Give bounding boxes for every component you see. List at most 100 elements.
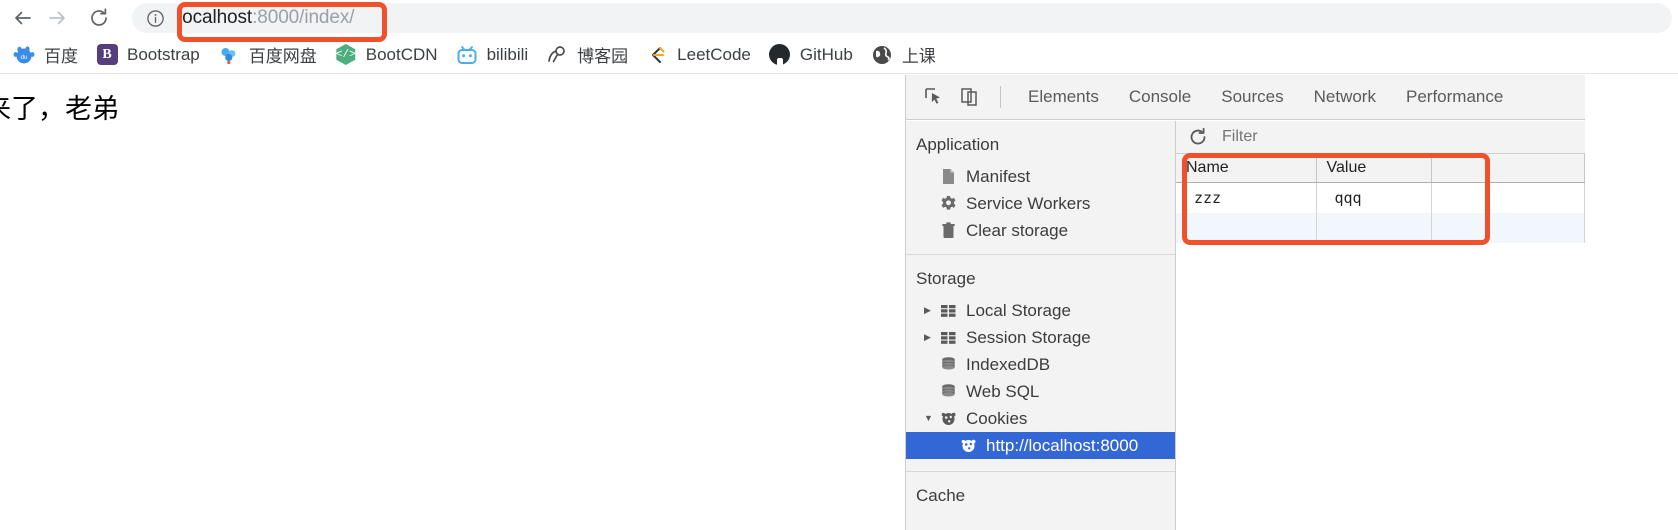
sidebar-item-label: Service Workers — [966, 193, 1091, 213]
url-path: :8000/index/ — [252, 7, 355, 28]
sidebar-section-application: Application — [916, 135, 1000, 154]
sidebar-item-web-sql[interactable]: Web SQL — [906, 378, 1175, 405]
tab-sources[interactable]: Sources — [1206, 75, 1298, 119]
sidebar-item-clear-storage[interactable]: Clear storage — [906, 217, 1175, 244]
bookmark-label: BootCDN — [365, 44, 438, 64]
table-grid-icon — [938, 328, 958, 348]
sidebar-item-label: Clear storage — [966, 220, 1069, 240]
chevron-down-icon[interactable]: ▼ — [924, 414, 938, 423]
bookmark-label: 百度网盘 — [248, 47, 317, 66]
bootstrap-b-icon: B — [96, 44, 118, 66]
device-toolbar-icon[interactable] — [952, 79, 988, 115]
url-host: localhost — [178, 7, 253, 28]
bookmark-bilibili[interactable]: bilibili — [447, 40, 538, 70]
sidebar-item-label: Manifest — [966, 166, 1031, 186]
globe-icon — [871, 44, 893, 66]
column-header-name[interactable]: Name — [1176, 154, 1317, 183]
page-viewport: 来了，老弟 — [0, 75, 905, 530]
devtools-sidebar: Application Manifest Service Workers Cle… — [906, 121, 1176, 530]
bookmark-label: 百度 — [44, 47, 78, 66]
baidu-paw-icon: du — [13, 44, 35, 66]
tab-console[interactable]: Console — [1114, 75, 1206, 119]
sidebar-item-session-storage[interactable]: ▶ Session Storage — [906, 324, 1175, 351]
bookmark-bootstrap[interactable]: B Bootstrap — [87, 40, 209, 70]
column-header-extra[interactable] — [1431, 154, 1585, 183]
tab-performance[interactable]: Performance — [1391, 75, 1518, 119]
column-header-value[interactable]: Value — [1316, 154, 1432, 183]
sidebar-item-cookies[interactable]: ▼ Cookies — [906, 405, 1175, 432]
bookmark-label: 博客园 — [577, 47, 629, 66]
arrow-left-icon — [15, 11, 31, 25]
devtools-panel: Elements Console Sources Network Perform… — [905, 75, 1585, 530]
bookmark-shangke[interactable]: 上课 — [862, 40, 945, 70]
table-row[interactable] — [1176, 212, 1585, 243]
sidebar-item-local-storage[interactable]: ▶ Local Storage — [906, 297, 1175, 324]
gear-icon — [938, 194, 958, 214]
cell-cookie-name: zzz — [1176, 182, 1317, 213]
cookies-panel: Name Value zzz qqq — [1176, 121, 1585, 530]
cookies-filter-input[interactable] — [1220, 127, 1480, 147]
sidebar-item-label: IndexedDB — [966, 354, 1051, 374]
sidebar-item-service-workers[interactable]: Service Workers — [906, 190, 1175, 217]
inspect-element-icon[interactable] — [916, 79, 952, 115]
sidebar-section-cache: Cache — [916, 486, 966, 505]
sidebar-item-manifest[interactable]: Manifest — [906, 163, 1175, 190]
reload-button[interactable] — [82, 1, 116, 35]
cookies-table: Name Value zzz qqq — [1176, 154, 1585, 243]
cookies-filter-bar — [1176, 121, 1585, 154]
bookmark-label: LeetCode — [677, 44, 751, 64]
cell-cookie-name — [1176, 212, 1317, 243]
sidebar-item-label: Session Storage — [966, 327, 1091, 347]
github-cat-icon — [769, 44, 791, 66]
bookmark-label: 上课 — [901, 47, 936, 66]
bilibili-tv-icon — [456, 44, 478, 66]
cookie-icon — [958, 436, 978, 456]
sidebar-item-cookie-origin[interactable]: http://localhost:8000 — [906, 432, 1175, 459]
sidebar-item-indexeddb[interactable]: IndexedDB — [906, 351, 1175, 378]
bookmark-baidu-pan[interactable]: 百度网盘 — [209, 40, 326, 70]
info-circle-icon[interactable] — [146, 9, 165, 28]
cell-cookie-value: qqq — [1316, 182, 1432, 213]
cell-cookie-extra — [1431, 182, 1585, 213]
baidu-pan-cloud-icon — [218, 44, 240, 66]
tab-elements[interactable]: Elements — [1013, 75, 1114, 119]
bookmark-label: bilibili — [486, 44, 529, 64]
bookmark-label: GitHub — [799, 44, 853, 64]
tab-network[interactable]: Network — [1299, 75, 1391, 119]
bookmark-github[interactable]: GitHub — [760, 40, 862, 70]
chevron-right-icon[interactable]: ▶ — [924, 306, 938, 315]
back-button[interactable] — [6, 1, 40, 35]
refresh-icon[interactable] — [1186, 125, 1210, 149]
bookmark-baidu[interactable]: du 百度 — [4, 40, 87, 70]
cell-cookie-value — [1316, 212, 1432, 243]
bookmarks-bar: du 百度 B Bootstrap 百度网盘 </> BootCDN bilib… — [0, 36, 1678, 74]
devtools-tabbar: Elements Console Sources Network Perform… — [906, 75, 1585, 120]
forward-button[interactable] — [40, 1, 74, 35]
database-icon — [938, 382, 958, 402]
sidebar-item-label: Cookies — [966, 408, 1028, 428]
reload-icon — [91, 8, 107, 26]
sidebar-section-storage: Storage — [916, 269, 976, 288]
bookmark-cnblogs[interactable]: 博客园 — [537, 40, 637, 70]
address-bar-text: localhost:8000/index/ — [178, 7, 355, 29]
sidebar-item-label: Local Storage — [966, 300, 1071, 320]
bookmark-leetcode[interactable]: LeetCode — [637, 40, 760, 70]
address-bar[interactable]: localhost:8000/index/ — [132, 3, 1672, 33]
devtools-body: Application Manifest Service Workers Cle… — [906, 121, 1585, 530]
database-icon — [938, 355, 958, 375]
arrow-right-icon — [49, 11, 65, 25]
table-row[interactable]: zzz qqq — [1176, 182, 1585, 213]
bookmark-bootcdn[interactable]: </> BootCDN — [326, 40, 447, 70]
cell-cookie-extra — [1431, 212, 1585, 243]
svg-text:du: du — [21, 55, 28, 61]
cnblogs-icon — [546, 44, 568, 66]
browser-toolbar: localhost:8000/index/ — [0, 0, 1678, 36]
chevron-right-icon[interactable]: ▶ — [924, 333, 938, 342]
sidebar-item-label: http://localhost:8000 — [986, 435, 1139, 455]
document-icon — [938, 167, 958, 187]
bootcdn-hex-icon: </> — [335, 44, 357, 66]
cookie-icon — [938, 409, 958, 429]
trash-icon — [938, 221, 958, 241]
table-grid-icon — [938, 301, 958, 321]
bookmark-label: Bootstrap — [127, 44, 200, 64]
